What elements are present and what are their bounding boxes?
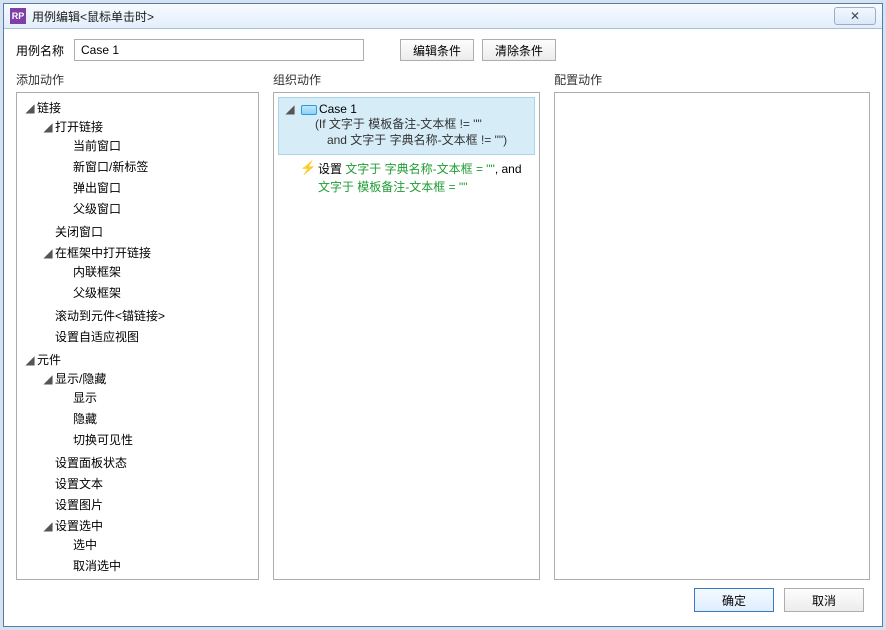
add-actions-header: 添加动作: [16, 71, 259, 88]
close-button[interactable]: ✕: [834, 7, 876, 25]
cancel-button[interactable]: 取消: [784, 588, 864, 612]
chevron-down-icon: ◢: [43, 246, 53, 260]
actions-tree-panel[interactable]: ◢链接 ◢打开链接 当前窗口 新窗口/新标签 弹出窗口 父级窗口: [16, 92, 259, 580]
tree-leaf-set-adaptive[interactable]: 设置自适应视图: [41, 326, 254, 347]
configure-actions-column: 配置动作: [554, 71, 870, 580]
titlebar: RP 用例编辑<鼠标单击时> ✕: [4, 4, 882, 29]
chevron-down-icon: ◢: [25, 101, 35, 115]
tree-leaf-new-window[interactable]: 新窗口/新标签: [59, 156, 252, 177]
window-title: 用例编辑<鼠标单击时>: [32, 8, 154, 25]
edit-condition-button[interactable]: 编辑条件: [400, 39, 474, 61]
action-row[interactable]: ⚡ 设置 文字于 字典名称-文本框 = "", and 文字于 模板备注-文本框…: [278, 155, 535, 198]
chevron-down-icon: ◢: [25, 353, 35, 367]
ok-button[interactable]: 确定: [694, 588, 774, 612]
condition-line-1: (If 文字于 模板备注-文本框 != "": [315, 116, 528, 132]
tree-leaf-scroll-to[interactable]: 滚动到元件<锚链接>: [41, 305, 254, 326]
columns: 添加动作 ◢链接 ◢打开链接 当前窗口 新窗口/新标签 弹出窗口 父级窗口: [16, 71, 870, 580]
close-icon: ✕: [850, 9, 860, 23]
add-actions-column: 添加动作 ◢链接 ◢打开链接 当前窗口 新窗口/新标签 弹出窗口 父级窗口: [16, 71, 259, 580]
chevron-down-icon: ◢: [43, 372, 53, 386]
case-editor-window: RP 用例编辑<鼠标单击时> ✕ 用例名称 编辑条件 清除条件 添加动作 ◢链接: [3, 3, 883, 627]
content-area: 用例名称 编辑条件 清除条件 添加动作 ◢链接 ◢打开链接 当前窗口: [4, 29, 882, 626]
tree-leaf-set-image[interactable]: 设置图片: [41, 494, 254, 515]
case-block[interactable]: ◢ Case 1 (If 文字于 模板备注-文本框 != "" and 文字于 …: [278, 97, 535, 155]
tree-node-open-link[interactable]: ◢打开链接 当前窗口 新窗口/新标签 弹出窗口 父级窗口: [41, 116, 254, 221]
tree-node-show-hide[interactable]: ◢显示/隐藏 显示 隐藏 切换可见性: [41, 368, 254, 452]
organize-actions-header: 组织动作: [273, 71, 540, 88]
tree-node-set-selected[interactable]: ◢设置选中 选中 取消选中: [41, 515, 254, 578]
tree-leaf-current-window[interactable]: 当前窗口: [59, 135, 252, 156]
tree-leaf-set-text[interactable]: 设置文本: [41, 473, 254, 494]
chevron-down-icon: ◢: [285, 102, 295, 116]
tree-node-widget[interactable]: ◢元件 ◢显示/隐藏 显示 隐藏 切换可见性 设置面板状态: [23, 349, 256, 580]
tree-leaf-toggle[interactable]: 切换可见性: [59, 429, 252, 450]
tree-node-open-in-frame[interactable]: ◢在框架中打开链接 内联框架 父级框架: [41, 242, 254, 305]
tree-leaf-select[interactable]: 选中: [59, 534, 252, 555]
tree-leaf-parent-window[interactable]: 父级窗口: [59, 198, 252, 219]
configure-actions-panel[interactable]: [554, 92, 870, 580]
case-name-input[interactable]: [74, 39, 364, 61]
case-icon: [301, 105, 315, 115]
tree-leaf-hide[interactable]: 隐藏: [59, 408, 252, 429]
tree-leaf-panel-state[interactable]: 设置面板状态: [41, 452, 254, 473]
chevron-down-icon: ◢: [43, 519, 53, 533]
case-name-text: Case 1: [319, 102, 357, 116]
footer: 确定 取消: [16, 580, 870, 616]
top-row: 用例名称 编辑条件 清除条件: [16, 39, 870, 61]
tree-leaf-deselect[interactable]: 取消选中: [59, 555, 252, 576]
configure-actions-header: 配置动作: [554, 71, 870, 88]
clear-condition-button[interactable]: 清除条件: [482, 39, 556, 61]
action-text: 设置 文字于 字典名称-文本框 = "", and 文字于 模板备注-文本框 =…: [318, 161, 522, 196]
tree-leaf-close-window[interactable]: 关闭窗口: [41, 221, 254, 242]
tree-leaf-popup-window[interactable]: 弹出窗口: [59, 177, 252, 198]
app-icon: RP: [10, 8, 26, 24]
tree-node-link[interactable]: ◢链接 ◢打开链接 当前窗口 新窗口/新标签 弹出窗口 父级窗口: [23, 97, 256, 349]
bolt-icon: ⚡: [300, 161, 312, 174]
case-name-label: 用例名称: [16, 42, 64, 59]
tree-leaf-parent-frame[interactable]: 父级框架: [59, 282, 252, 303]
tree-leaf-inline-frame[interactable]: 内联框架: [59, 261, 252, 282]
organize-actions-column: 组织动作 ◢ Case 1 (If 文字于 模板备注-文本框 != "" and…: [273, 71, 540, 580]
chevron-down-icon: ◢: [43, 120, 53, 134]
condition-line-2: and 文字于 字典名称-文本框 != ""): [327, 132, 528, 148]
tree-leaf-show[interactable]: 显示: [59, 387, 252, 408]
organize-actions-panel[interactable]: ◢ Case 1 (If 文字于 模板备注-文本框 != "" and 文字于 …: [273, 92, 540, 580]
